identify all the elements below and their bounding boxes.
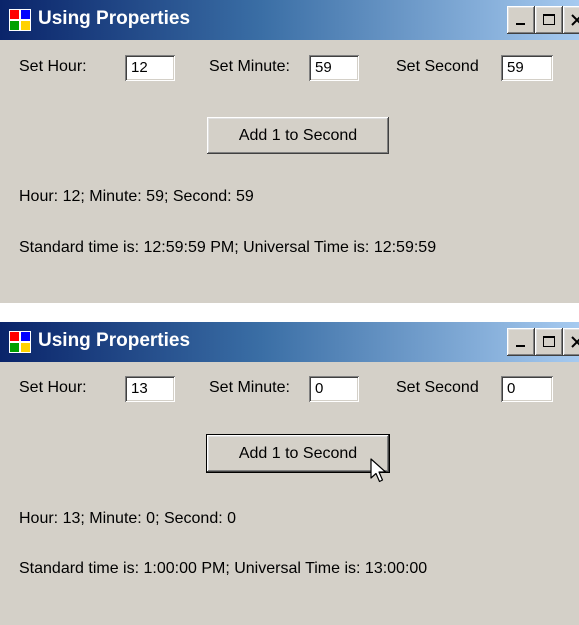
set-minute-label: Set Minute: (209, 58, 290, 75)
mouse-cursor-icon (370, 458, 388, 489)
close-icon (571, 336, 579, 348)
minimize-button[interactable] (507, 6, 535, 34)
set-hour-label: Set Hour: (19, 379, 87, 396)
close-button[interactable] (563, 328, 579, 356)
add-1-to-second-button[interactable]: Add 1 to Second (207, 117, 389, 154)
set-hour-field[interactable]: 13 (125, 376, 175, 402)
app-icon[interactable] (9, 331, 31, 353)
close-icon (571, 14, 579, 26)
title-bar[interactable]: Using Properties (0, 322, 579, 362)
add-1-to-second-button[interactable]: Add 1 to Second (207, 435, 389, 472)
set-hour-field[interactable]: 12 (125, 55, 175, 81)
time-readout: Hour: 12; Minute: 59; Second: 59 (19, 188, 254, 205)
window-using-properties-1: Using Properties Set Hour: 12 Set Minute… (0, 0, 579, 303)
minimize-icon (516, 23, 525, 25)
maximize-icon (543, 336, 555, 347)
minimize-icon (516, 345, 525, 347)
standard-universal-time: Standard time is: 12:59:59 PM; Universal… (19, 239, 437, 256)
set-second-field[interactable]: 59 (501, 55, 553, 81)
set-minute-label: Set Minute: (209, 379, 290, 396)
maximize-button[interactable] (535, 6, 563, 34)
standard-universal-time: Standard time is: 1:00:00 PM; Universal … (19, 560, 428, 577)
close-button[interactable] (563, 6, 579, 34)
set-minute-field[interactable]: 0 (309, 376, 359, 402)
set-minute-field[interactable]: 59 (309, 55, 359, 81)
set-second-label: Set Second (396, 379, 479, 396)
minimize-button[interactable] (507, 328, 535, 356)
set-second-label: Set Second (396, 58, 479, 75)
window-using-properties-2: Using Properties Set Hour: 13 Set Minute… (0, 322, 579, 625)
title-bar[interactable]: Using Properties (0, 0, 579, 40)
maximize-icon (543, 14, 555, 25)
set-second-field[interactable]: 0 (501, 376, 553, 402)
window-title: Using Properties (38, 330, 191, 351)
maximize-button[interactable] (535, 328, 563, 356)
app-icon[interactable] (9, 9, 31, 31)
time-readout: Hour: 13; Minute: 0; Second: 0 (19, 510, 237, 527)
window-title: Using Properties (38, 8, 191, 29)
set-hour-label: Set Hour: (19, 58, 87, 75)
